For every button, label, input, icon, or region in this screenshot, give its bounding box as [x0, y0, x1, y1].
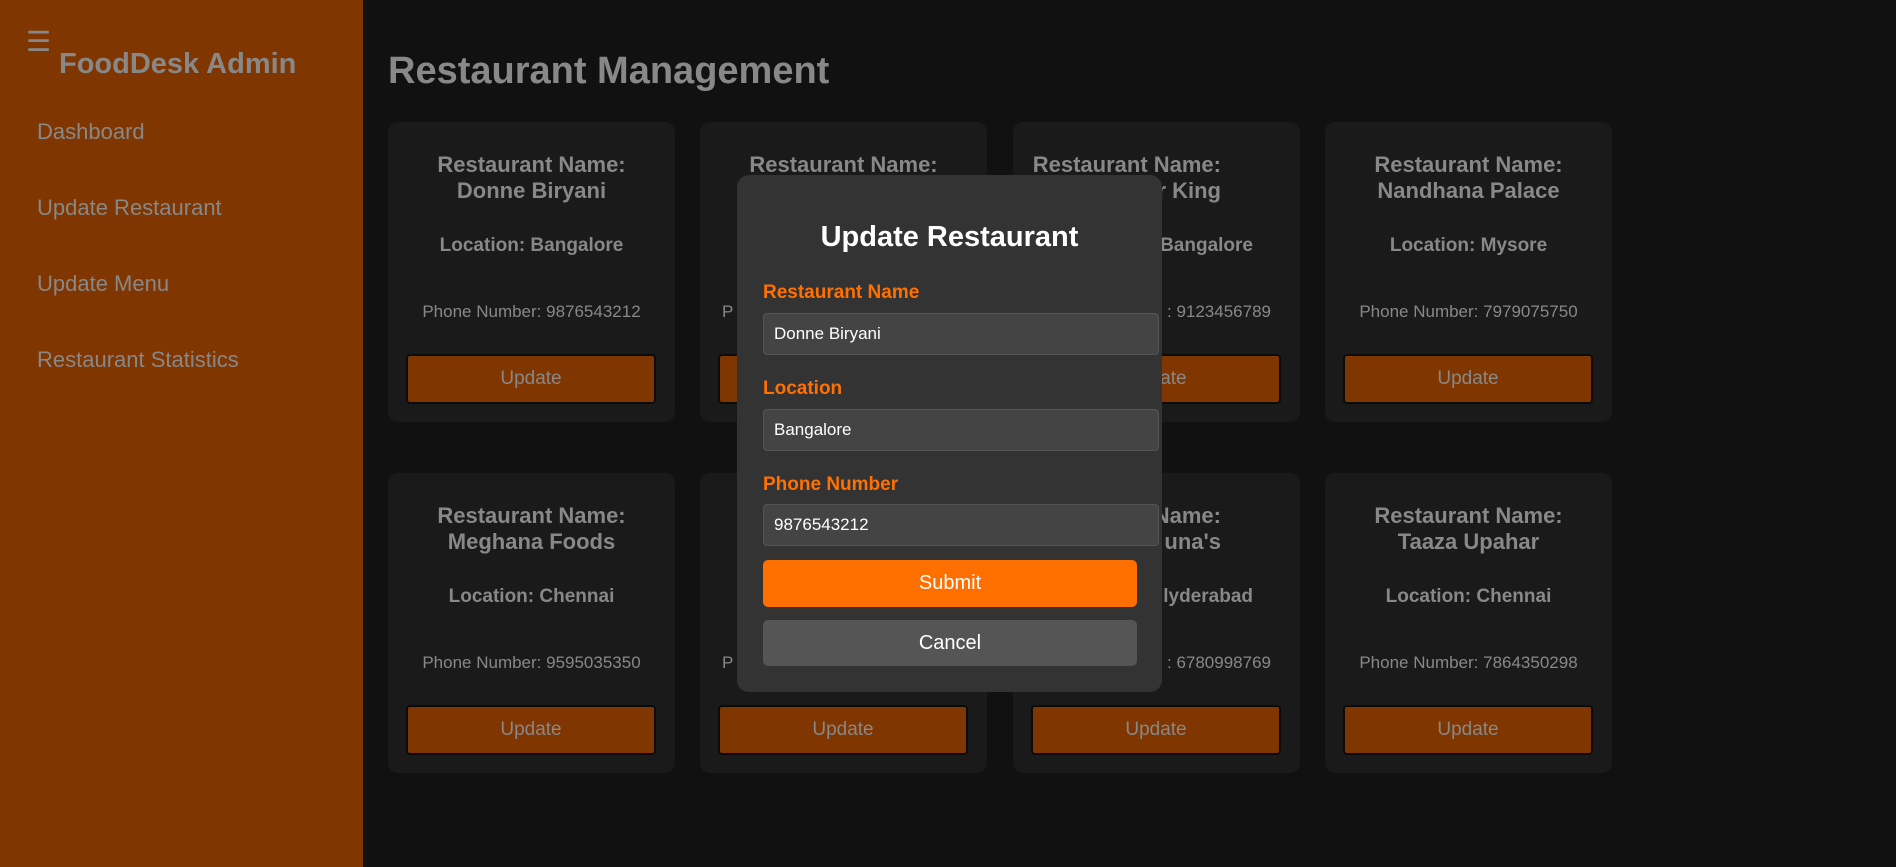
restaurant-phone: Phone Number: 7979075750: [1359, 302, 1578, 321]
name-value: Donne Biryani: [456, 178, 607, 203]
restaurant-card: Restaurant Name: Meghana Foods Location: …: [388, 473, 675, 773]
update-button[interactable]: Update: [1343, 705, 1593, 755]
update-button[interactable]: Update: [406, 354, 656, 404]
restaurant-phone: Phone Number: 7864350298: [1359, 653, 1578, 672]
restaurant-card: Restaurant Name: Donne Biryani Location: …: [388, 122, 675, 422]
restaurant-name: Restaurant Name: Taaza Upahar: [1325, 503, 1612, 555]
name-label: Restaurant Name:: [437, 152, 626, 177]
restaurant-name-label: Restaurant Name: [763, 282, 920, 303]
cancel-button[interactable]: Cancel: [763, 620, 1137, 666]
restaurant-location: Location: Bangalore: [439, 235, 624, 256]
update-restaurant-modal: Update Restaurant Restaurant Name Locati…: [737, 175, 1162, 692]
update-button[interactable]: Update: [1343, 354, 1593, 404]
phone-number-input[interactable]: [763, 504, 1159, 546]
name-value: Taaza Upahar: [1397, 529, 1540, 554]
restaurant-card: Restaurant Name: Nandhana Palace Location…: [1325, 122, 1612, 422]
name-label: Restaurant Name:: [1374, 152, 1563, 177]
restaurant-card: Restaurant Name: Taaza Upahar Location: C…: [1325, 473, 1612, 773]
phone-number-label: Phone Number: [763, 474, 899, 495]
sidebar-item-dashboard[interactable]: Dashboard: [37, 119, 145, 145]
restaurant-name: Restaurant Name: Donne Biryani: [388, 152, 675, 204]
page-title: Restaurant Management: [388, 50, 830, 92]
restaurant-location: Location: Mysore: [1389, 235, 1548, 256]
sidebar-item-update-menu[interactable]: Update Menu: [37, 271, 169, 297]
brand-title: FoodDesk Admin: [59, 48, 297, 80]
restaurant-phone: Phone Number: 9595035350: [422, 653, 641, 672]
sidebar: ☰ FoodDesk Admin Dashboard Update Restau…: [0, 0, 363, 867]
update-button[interactable]: Update: [1031, 705, 1281, 755]
submit-button[interactable]: Submit: [763, 560, 1137, 607]
menu-icon[interactable]: ☰: [26, 28, 51, 56]
update-button[interactable]: Update: [406, 705, 656, 755]
name-label: Restaurant Name:: [437, 503, 626, 528]
restaurant-phone: Phone Number: 9876543212: [422, 302, 641, 321]
name-label: Restaurant Name:: [1374, 503, 1563, 528]
name-value: Nandhana Palace: [1377, 178, 1560, 203]
restaurant-name: Restaurant Name: Nandhana Palace: [1325, 152, 1612, 204]
name-value: Meghana Foods: [447, 529, 616, 554]
location-label: Location: [763, 378, 843, 399]
restaurant-name-input[interactable]: [763, 313, 1159, 355]
location-input[interactable]: [763, 409, 1159, 451]
restaurant-location: Location: Chennai: [448, 586, 615, 607]
restaurant-location: Location: Chennai: [1385, 586, 1552, 607]
update-button[interactable]: Update: [718, 705, 968, 755]
restaurant-name: Restaurant Name: Meghana Foods: [388, 503, 675, 555]
modal-title: Update Restaurant: [820, 221, 1079, 253]
sidebar-item-restaurant-statistics[interactable]: Restaurant Statistics: [37, 347, 239, 373]
sidebar-item-update-restaurant[interactable]: Update Restaurant: [37, 195, 222, 221]
